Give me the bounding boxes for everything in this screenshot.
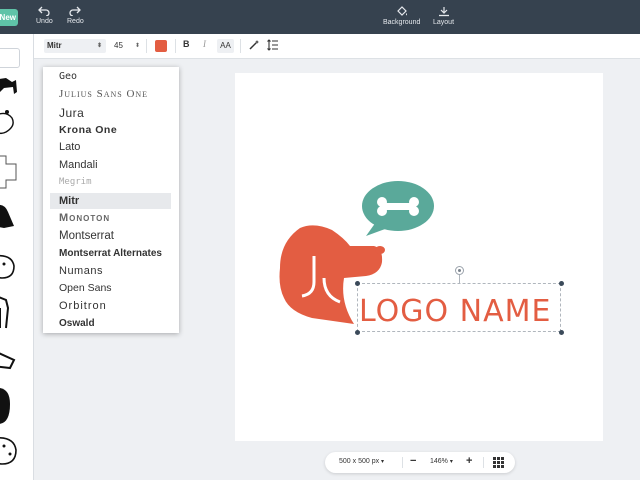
resize-handle-top-right[interactable] [559, 281, 564, 286]
line-spacing-icon[interactable] [267, 39, 279, 51]
undo-button[interactable]: Undo [36, 6, 53, 25]
toolbar-divider [175, 39, 176, 53]
logo-name-text[interactable]: LOGO NAME [359, 294, 551, 329]
zoom-out-button[interactable]: − [410, 455, 416, 467]
font-option-open-sans[interactable]: Open Sans [59, 282, 112, 294]
bold-button[interactable]: B [183, 39, 190, 49]
bottom-divider [402, 457, 403, 468]
redo-button[interactable]: Redo [67, 6, 84, 25]
text-color-swatch[interactable] [155, 40, 167, 52]
dropdown-arrow-icon: ▾ [449, 459, 453, 465]
toolbar-divider [240, 39, 241, 53]
dog-silhouette-icon[interactable] [0, 74, 20, 98]
background-button[interactable]: Background [383, 6, 420, 26]
top-bar: New Undo Redo Background Layout [0, 0, 640, 34]
font-option-krona-one[interactable]: Krona One [59, 124, 117, 136]
font-option-mitr[interactable]: Mitr [50, 193, 171, 209]
dog-face-icon[interactable] [0, 252, 20, 282]
zoom-select[interactable]: 146% ▾ [430, 458, 453, 465]
paint-bucket-icon [396, 6, 407, 16]
dog-head-outline-icon[interactable] [0, 434, 20, 468]
font-option-orbitron[interactable]: Orbitron [59, 300, 107, 312]
text-case-button[interactable]: AA [217, 39, 234, 53]
font-option-oswald[interactable]: Oswald [59, 318, 95, 329]
dog-bed-icon[interactable] [0, 348, 20, 370]
font-family-value: Mitr [47, 41, 62, 50]
font-option-montserrat-alternates[interactable]: Montserrat Alternates [59, 248, 162, 259]
font-option-megrim[interactable]: Megrim [59, 177, 92, 187]
canvas-size-value: 500 x 500 px [339, 458, 380, 465]
resize-handle-bottom-left[interactable] [355, 330, 360, 335]
font-dropdown: Geo Julius Sans One Jura Krona One Lato … [43, 67, 179, 333]
bottom-divider [483, 457, 484, 468]
updown-arrow-icon: ⬍ [134, 43, 140, 49]
undo-icon [38, 6, 50, 16]
toolbar-divider [146, 39, 147, 53]
rotate-handle[interactable] [455, 266, 464, 275]
zoom-value: 146% [430, 458, 448, 465]
font-option-geo[interactable]: Geo [59, 71, 77, 82]
background-label: Background [383, 19, 421, 26]
undo-label: Undo [36, 18, 53, 25]
redo-icon [69, 6, 82, 16]
font-option-julius-sans-one[interactable]: Julius Sans One [59, 88, 148, 100]
zoom-in-button[interactable]: + [466, 455, 472, 467]
font-family-select[interactable]: Mitr ⬍ [44, 39, 106, 53]
new-button[interactable]: New [0, 9, 18, 26]
dropdown-arrow-icon: ▾ [381, 459, 385, 465]
italic-button[interactable]: I [203, 39, 206, 49]
text-format-toolbar: Mitr ⬍ 45 ⬍ B I AA [34, 34, 640, 59]
resize-handle-top-left[interactable] [355, 281, 360, 286]
layout-icon [438, 7, 449, 17]
layout-button[interactable]: Layout [433, 6, 454, 26]
canvas-size-select[interactable]: 500 x 500 px ▾ [339, 458, 384, 465]
font-option-montserrat[interactable]: Montserrat [59, 230, 114, 242]
grid-icon[interactable] [493, 457, 504, 468]
icon-search-input[interactable] [0, 48, 20, 68]
font-size-value: 45 [114, 41, 123, 50]
font-option-numans[interactable]: Numans [59, 265, 103, 277]
font-size-select[interactable]: 45 ⬍ [114, 39, 140, 53]
rotation-line [459, 275, 460, 283]
font-option-lato[interactable]: Lato [59, 141, 80, 153]
font-option-monoton[interactable]: Monoton [59, 212, 110, 224]
dog-sitting-icon[interactable] [0, 202, 20, 232]
redo-label: Redo [67, 18, 84, 25]
layout-label: Layout [433, 19, 455, 26]
left-icon-panel [0, 34, 34, 480]
canvas-bottom-bar: 500 x 500 px ▾ − 146% ▾ + [325, 452, 515, 473]
dog-outline-icon[interactable] [0, 108, 20, 138]
resize-handle-bottom-right[interactable] [559, 330, 564, 335]
magic-wand-icon[interactable] [248, 39, 260, 51]
dog-standing-icon[interactable] [0, 294, 20, 330]
updown-arrow-icon: ⬍ [96, 43, 102, 49]
font-option-jura[interactable]: Jura [59, 106, 84, 120]
dog-paw-icon[interactable] [0, 154, 20, 190]
font-option-mandali[interactable]: Mandali [59, 159, 98, 171]
dog-profile-icon[interactable] [0, 384, 20, 428]
